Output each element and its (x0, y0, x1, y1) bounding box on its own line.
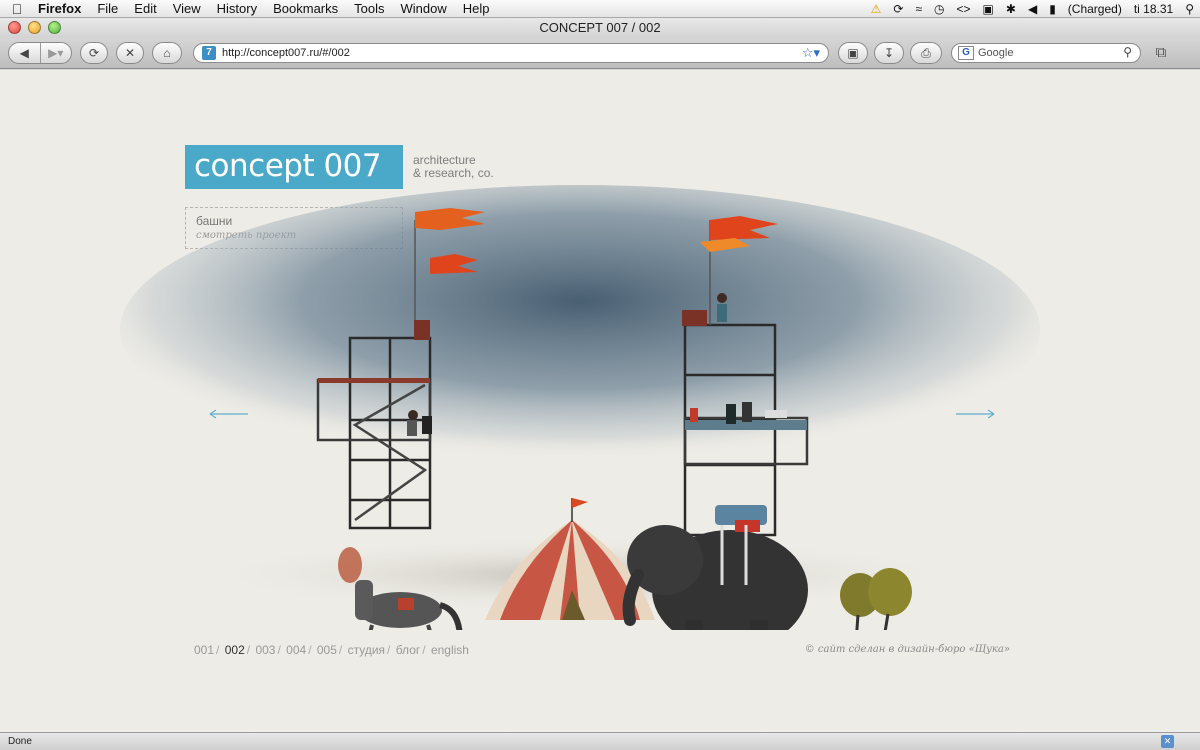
nav-001[interactable]: 001 (194, 643, 214, 657)
home-button[interactable]: ⌂ (152, 42, 182, 64)
site-favicon-icon: 7 (202, 46, 216, 60)
menu-bookmarks[interactable]: Bookmarks (265, 0, 346, 18)
divider: / (387, 643, 391, 657)
menu-file[interactable]: File (89, 0, 126, 18)
divider: / (246, 643, 251, 657)
frame-icon: ▣ (847, 46, 859, 60)
url-text[interactable]: http://concept007.ru/#/002 (222, 47, 350, 59)
left-tower-block (414, 320, 430, 340)
nav-studio[interactable]: студия (348, 643, 385, 657)
print-button[interactable]: ⎙ (910, 42, 942, 64)
spotlight-icon[interactable]: ⚲ (1179, 0, 1200, 18)
back-forward-group: ◀ ▶▾ (8, 42, 72, 64)
status-bar: Done ✕ (0, 732, 1200, 750)
left-tower-platform (318, 378, 430, 383)
person (408, 410, 418, 420)
person (717, 293, 727, 303)
site-tagline: architecture & research, co. (413, 154, 494, 180)
download-button[interactable]: ↧ (874, 42, 904, 64)
stop-icon: ✕ (124, 46, 136, 60)
divider: / (308, 643, 312, 657)
menu-window[interactable]: Window (393, 0, 455, 18)
menu-app[interactable]: Firefox (34, 0, 89, 18)
minimize-window-button[interactable] (28, 21, 41, 34)
nav-002[interactable]: 002 (225, 643, 245, 657)
time-machine-icon[interactable]: ◷ (928, 0, 950, 18)
copyright-credit[interactable]: © сайт сделан в дизайн-бюро «Щука» (805, 644, 1010, 655)
divider: / (277, 643, 281, 657)
bluetooth-icon[interactable]: ✱ (1000, 0, 1022, 18)
url-bar[interactable]: 7 http://concept007.ru/#/002 ☆▾ (193, 43, 829, 63)
zoom-window-button[interactable] (48, 21, 61, 34)
window-titlebar: CONCEPT 007 / 002 (0, 18, 1200, 38)
person-body (765, 410, 787, 418)
person-body (742, 402, 752, 422)
reload-button[interactable]: ⟳ (80, 42, 108, 64)
forward-button[interactable]: ▶▾ (40, 46, 71, 60)
person-body (422, 416, 432, 434)
person-body (726, 404, 736, 424)
reload-icon: ⟳ (88, 46, 100, 60)
next-arrow-icon[interactable] (956, 408, 996, 420)
apple-menu-icon[interactable]:  (0, 1, 34, 17)
search-icon[interactable]: ⚲ (1123, 45, 1132, 59)
battery-status[interactable]: (Charged) (1062, 0, 1128, 18)
screenshot-button[interactable]: ▣ (838, 42, 868, 64)
battery-icon[interactable]: ▮ (1043, 0, 1062, 18)
tabs-icon[interactable]: ⧉ (1152, 44, 1170, 62)
display-icon[interactable]: ▣ (977, 0, 1000, 18)
close-window-button[interactable] (8, 21, 21, 34)
footer-nav: 001/ 002/ 003/ 004/ 005/ студия / блог / e… (194, 643, 469, 657)
menu-edit[interactable]: Edit (126, 0, 164, 18)
nav-005[interactable]: 005 (317, 643, 337, 657)
sync-icon[interactable]: ⟳ (887, 0, 909, 18)
menu-help[interactable]: Help (455, 0, 498, 18)
person-body (407, 420, 417, 436)
nav-english[interactable]: english (431, 643, 469, 657)
window-title: CONCEPT 007 / 002 (539, 20, 661, 35)
prev-arrow-icon[interactable] (208, 408, 248, 420)
print-icon: ⎙ (921, 45, 931, 60)
window-controls (8, 21, 61, 34)
status-text: Done (8, 736, 32, 747)
nav-blog[interactable]: блог (396, 643, 421, 657)
person-body (690, 408, 698, 422)
menu-tools[interactable]: Tools (346, 0, 392, 18)
nav-004[interactable]: 004 (286, 643, 306, 657)
menubar:  Firefox File Edit View History Bookmar… (0, 0, 1200, 18)
circus-illustration (120, 185, 1040, 630)
code-icon[interactable]: <> (951, 0, 977, 18)
clock[interactable]: ti 18.31 (1128, 0, 1179, 18)
google-icon[interactable]: G (958, 46, 974, 60)
wifi-icon[interactable]: ≈ (909, 0, 928, 18)
back-button[interactable]: ◀ (9, 46, 40, 60)
right-tower-block (682, 310, 707, 326)
divider: / (338, 643, 343, 657)
tagline-line-2: & research, co. (413, 166, 494, 180)
warning-icon[interactable]: ⚠ (865, 0, 888, 18)
divider: / (422, 643, 426, 657)
page-content: concept 007 architecture & research, co.… (0, 70, 1200, 732)
stop-button[interactable]: ✕ (116, 42, 144, 64)
home-icon: ⌂ (163, 46, 171, 60)
addon-icon[interactable]: ✕ (1161, 735, 1174, 748)
volume-icon[interactable]: ◀ (1022, 0, 1043, 18)
nav-003[interactable]: 003 (255, 643, 275, 657)
divider: / (216, 643, 220, 657)
menubar-extras: ⚠ ⟳ ≈ ◷ <> ▣ ✱ ◀ ▮ (Charged) ti 18.31 ⚲ (865, 0, 1200, 18)
search-box[interactable]: G Google ⚲ (951, 43, 1141, 63)
trees (840, 568, 912, 630)
sky-brush (120, 185, 1040, 475)
search-placeholder[interactable]: Google (978, 47, 1013, 59)
menu-view[interactable]: View (165, 0, 209, 18)
bookmark-star-icon[interactable]: ☆▾ (802, 45, 820, 61)
browser-toolbar: ◀ ▶▾ ⟳ ✕ ⌂ 7 http://concept007.ru/#/002 … (0, 38, 1200, 69)
download-icon: ↧ (883, 46, 895, 60)
menu-history[interactable]: History (209, 0, 265, 18)
person-body (717, 304, 727, 322)
